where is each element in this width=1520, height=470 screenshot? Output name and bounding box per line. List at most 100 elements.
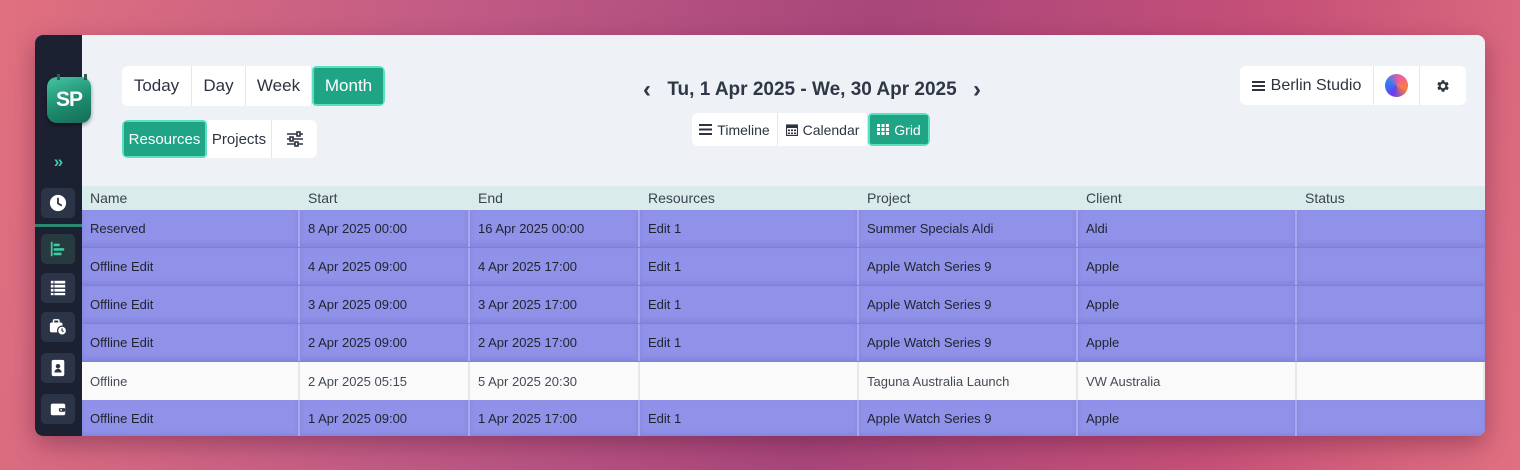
cell-client: Apple <box>1078 324 1297 361</box>
column-header-resources[interactable]: Resources <box>640 190 859 206</box>
list-icon[interactable] <box>41 273 75 303</box>
cell-name: Offline Edit <box>82 286 300 323</box>
prev-period-button[interactable]: ‹ <box>637 76 657 104</box>
cell-status <box>1297 248 1485 285</box>
cell-end: 2 Apr 2025 17:00 <box>470 324 640 361</box>
timeline-button[interactable]: Timeline <box>692 113 778 146</box>
expand-icon[interactable]: » <box>35 151 82 173</box>
cell-resources: Edit 1 <box>640 248 859 285</box>
grid-header-row: Name Start End Resources Project Client … <box>82 186 1485 210</box>
cell-resources: Edit 1 <box>640 324 859 361</box>
cell-client: Apple <box>1078 248 1297 285</box>
grid-icon <box>877 124 890 135</box>
calendar-label: Calendar <box>802 121 860 138</box>
app-window: SP » Today Day Week Month Resources Proj… <box>35 35 1485 436</box>
timeline-label: Timeline <box>717 121 770 138</box>
wallet-icon[interactable] <box>41 394 75 424</box>
view-range-toggle: Today Day Week Month <box>122 66 385 106</box>
main-area: Today Day Week Month Resources Projects … <box>82 35 1485 436</box>
column-header-name[interactable]: Name <box>82 190 300 206</box>
cell-start: 2 Apr 2025 05:15 <box>300 362 470 400</box>
cell-resources: Edit 1 <box>640 400 859 436</box>
cell-project: Taguna Australia Launch <box>859 362 1078 400</box>
month-button[interactable]: Month <box>312 66 385 106</box>
column-header-start[interactable]: Start <box>300 190 470 206</box>
table-row[interactable]: Offline Edit 3 Apr 2025 09:00 3 Apr 2025… <box>82 286 1485 324</box>
cell-end: 4 Apr 2025 17:00 <box>470 248 640 285</box>
gear-icon <box>1437 79 1449 92</box>
date-navigation: ‹ Tu, 1 Apr 2025 - We, 30 Apr 2025 › <box>637 75 987 105</box>
avatar <box>1385 74 1408 97</box>
column-header-status[interactable]: Status <box>1297 190 1485 206</box>
cell-start: 8 Apr 2025 00:00 <box>300 210 470 247</box>
table-row[interactable]: Reserved 8 Apr 2025 00:00 16 Apr 2025 00… <box>82 210 1485 248</box>
settings-button[interactable] <box>1420 66 1466 105</box>
mode-toggle: Resources Projects <box>122 120 317 158</box>
cell-status <box>1297 210 1485 247</box>
layout-toggle: Timeline Calendar Grid <box>692 113 930 146</box>
cell-start: 4 Apr 2025 09:00 <box>300 248 470 285</box>
grid-label: Grid <box>894 121 921 138</box>
timeline-icon[interactable] <box>41 234 75 264</box>
day-button[interactable]: Day <box>192 66 246 106</box>
column-header-client[interactable]: Client <box>1078 190 1297 206</box>
cell-end: 3 Apr 2025 17:00 <box>470 286 640 323</box>
cell-status <box>1297 286 1485 323</box>
table-row[interactable]: Offline Edit 1 Apr 2025 09:00 1 Apr 2025… <box>82 400 1485 436</box>
cell-end: 16 Apr 2025 00:00 <box>470 210 640 247</box>
cell-project: Apple Watch Series 9 <box>859 324 1078 361</box>
projects-button[interactable]: Projects <box>207 120 272 158</box>
sliders-icon <box>286 131 303 147</box>
cell-project: Apple Watch Series 9 <box>859 286 1078 323</box>
contact-card-icon[interactable] <box>41 353 75 383</box>
clock-icon[interactable] <box>41 188 75 218</box>
today-button[interactable]: Today <box>122 66 192 106</box>
week-button[interactable]: Week <box>246 66 312 106</box>
cell-client: VW Australia <box>1078 362 1297 400</box>
cell-project: Summer Specials Aldi <box>859 210 1078 247</box>
filter-button[interactable] <box>272 120 317 158</box>
top-right-controls: Berlin Studio <box>1240 66 1466 105</box>
date-range-label: Tu, 1 Apr 2025 - We, 30 Apr 2025 <box>667 79 957 100</box>
cell-resources <box>640 362 859 400</box>
cell-project: Apple Watch Series 9 <box>859 248 1078 285</box>
cell-project: Apple Watch Series 9 <box>859 400 1078 436</box>
cell-name: Offline Edit <box>82 324 300 361</box>
cell-client: Aldi <box>1078 210 1297 247</box>
cell-status <box>1297 400 1485 436</box>
events-grid: Name Start End Resources Project Client … <box>82 186 1485 436</box>
resources-button[interactable]: Resources <box>122 120 207 158</box>
cell-status <box>1297 324 1485 361</box>
column-header-project[interactable]: Project <box>859 190 1078 206</box>
studio-selector[interactable]: Berlin Studio <box>1240 66 1374 105</box>
column-header-end[interactable]: End <box>470 190 640 206</box>
cell-end: 1 Apr 2025 17:00 <box>470 400 640 436</box>
table-row[interactable]: Offline Edit 2 Apr 2025 09:00 2 Apr 2025… <box>82 324 1485 362</box>
cell-name: Offline Edit <box>82 400 300 436</box>
sidebar-divider <box>35 224 82 227</box>
table-row[interactable]: Offline Edit 4 Apr 2025 09:00 4 Apr 2025… <box>82 248 1485 286</box>
cell-name: Offline Edit <box>82 248 300 285</box>
cell-resources: Edit 1 <box>640 210 859 247</box>
cell-client: Apple <box>1078 286 1297 323</box>
cell-name: Reserved <box>82 210 300 247</box>
menu-icon <box>1251 80 1265 91</box>
cell-client: Apple <box>1078 400 1297 436</box>
next-period-button[interactable]: › <box>967 76 987 104</box>
calendar-button[interactable]: Calendar <box>778 113 868 146</box>
grid-button[interactable]: Grid <box>868 113 930 146</box>
cell-start: 3 Apr 2025 09:00 <box>300 286 470 323</box>
bars-icon <box>699 124 713 135</box>
cell-name: Offline <box>82 362 300 400</box>
table-row[interactable]: Offline 2 Apr 2025 05:15 5 Apr 2025 20:3… <box>82 362 1485 400</box>
cell-end: 5 Apr 2025 20:30 <box>470 362 640 400</box>
cell-resources: Edit 1 <box>640 286 859 323</box>
user-avatar-button[interactable] <box>1374 66 1420 105</box>
cell-start: 1 Apr 2025 09:00 <box>300 400 470 436</box>
cell-status <box>1297 362 1485 400</box>
briefcase-clock-icon[interactable] <box>41 312 75 342</box>
studio-label: Berlin Studio <box>1270 76 1362 94</box>
cell-start: 2 Apr 2025 09:00 <box>300 324 470 361</box>
sidebar: SP » <box>35 35 91 436</box>
calendar-icon <box>785 124 798 136</box>
